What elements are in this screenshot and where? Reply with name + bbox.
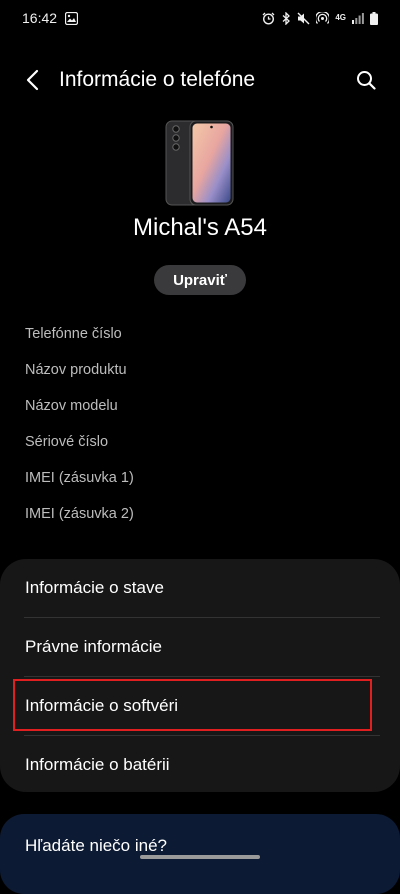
gallery-notification-icon — [65, 11, 79, 25]
battery-icon — [370, 11, 378, 25]
info-row-product-name[interactable]: Názov produktu — [25, 352, 375, 388]
edit-button[interactable]: Upraviť — [154, 265, 246, 295]
status-left: 16:42 — [22, 10, 79, 26]
device-name: Michal's A54 — [133, 214, 267, 241]
status-right: 4G — [262, 11, 378, 25]
info-row-imei-1[interactable]: IMEI (zásuvka 1) — [25, 460, 375, 496]
phone-image — [164, 118, 236, 208]
alarm-icon — [262, 12, 275, 25]
menu-item-status-info[interactable]: Informácie o stave — [0, 559, 400, 617]
info-row-imei-2[interactable]: IMEI (zásuvka 2) — [25, 496, 375, 532]
bluetooth-icon — [281, 11, 291, 25]
info-row-phone-number[interactable]: Telefónne číslo — [25, 316, 375, 352]
hotspot-icon — [316, 11, 330, 25]
looking-for-something-else-text: Hľadáte niečo iné? — [25, 836, 168, 855]
app-bar: Informácie o telefóne — [0, 52, 400, 108]
info-row-model-name[interactable]: Názov modelu — [25, 388, 375, 424]
network-type: 4G — [335, 13, 346, 22]
chevron-left-icon — [25, 69, 39, 91]
info-row-serial-number[interactable]: Sériové číslo — [25, 424, 375, 460]
search-button[interactable] — [350, 64, 382, 96]
menu-item-battery-info[interactable]: Informácie o batérii — [0, 736, 400, 792]
search-icon — [356, 70, 376, 90]
status-time: 16:42 — [22, 10, 58, 26]
mute-icon — [297, 12, 310, 25]
menu-item-software-info[interactable]: Informácie o softvéri — [0, 677, 400, 735]
status-bar: 16:42 4G — [0, 0, 400, 36]
page-title: Informácie o telefóne — [59, 68, 256, 91]
signal-icon — [352, 12, 364, 24]
looking-for-something-else-card[interactable]: Hľadáte niečo iné? — [0, 814, 400, 894]
gesture-nav-handle[interactable] — [140, 855, 260, 859]
menu-item-legal-info[interactable]: Právne informácie — [0, 618, 400, 676]
back-button[interactable] — [16, 64, 48, 96]
info-list: Telefónne číslo Názov produktu Názov mod… — [25, 316, 375, 532]
settings-card: Informácie o stave Právne informácie Inf… — [0, 559, 400, 792]
